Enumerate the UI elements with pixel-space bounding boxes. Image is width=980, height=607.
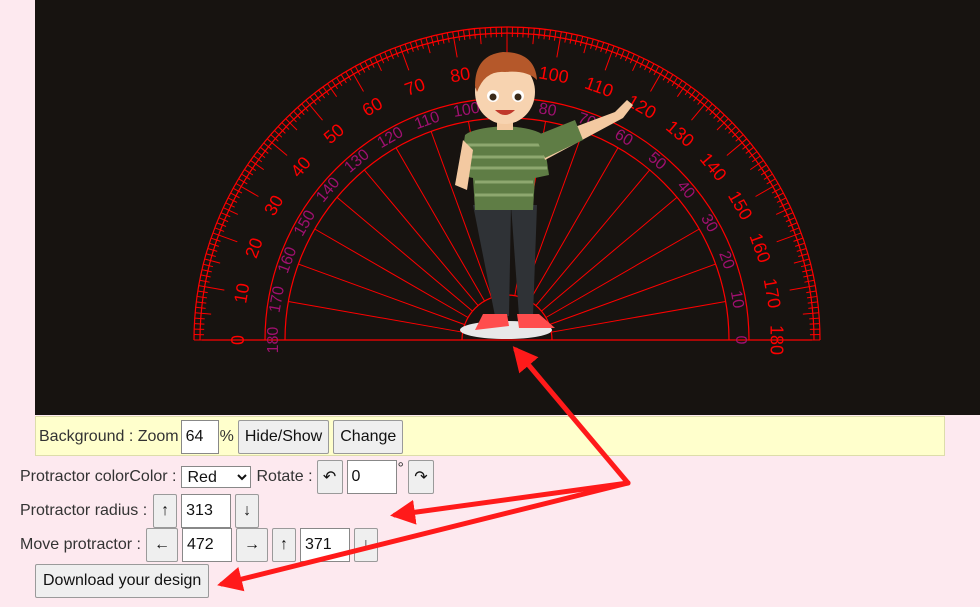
outer-scale-label: 180 (766, 325, 786, 355)
outer-scale-label: 20 (241, 235, 267, 261)
protractor-color-label: Protractor colorColor : (20, 468, 177, 485)
protractor-color-select[interactable]: Red (180, 466, 251, 488)
inner-scale-label: 10 (727, 289, 747, 310)
rotate-cw-button[interactable]: ↷ (407, 460, 434, 494)
move-x-input[interactable]: 472 (181, 528, 232, 562)
hide-show-button[interactable]: Hide/Show (237, 420, 330, 454)
rotate-label: Rotate : (256, 468, 313, 485)
move-down-button[interactable]: ↓ (353, 528, 378, 562)
protractor[interactable]: 0102030405060708090100110120130140150160… (35, 0, 980, 415)
protractor-radius-label: Protractor radius : (20, 502, 148, 519)
inner-scale-label: 20 (715, 249, 737, 272)
zoom-percent-label: % (219, 428, 234, 445)
degree-label: ° (397, 460, 404, 477)
outer-scale-label: 40 (287, 153, 315, 181)
inner-scale-label: 120 (375, 124, 407, 152)
rotate-ccw-button[interactable]: ↶ (316, 460, 343, 494)
radius-increase-button[interactable]: ↑ (153, 494, 178, 528)
outer-scale-label: 70 (402, 74, 428, 100)
background-zoom-label: Background : Zoom (39, 428, 179, 445)
move-up-button[interactable]: ↑ (271, 528, 296, 562)
design-canvas[interactable]: 0102030405060708090100110120130140150160… (35, 0, 980, 415)
inner-scale-label: 130 (341, 146, 372, 176)
color-rotate-row: Protractor colorColor : Red Rotate : ↶ 0… (20, 460, 434, 494)
inner-scale-label: 80 (537, 100, 558, 120)
outer-scale-label: 10 (230, 282, 253, 305)
move-protractor-label: Move protractor : (20, 536, 141, 553)
background-toolbar: Background : Zoom 64 % Hide/Show Change (35, 416, 945, 456)
move-left-button[interactable]: ← (145, 528, 178, 562)
outer-scale-label: 50 (320, 120, 348, 148)
inner-scale-label: 170 (267, 285, 288, 314)
outer-scale-label: 100 (537, 62, 570, 87)
inner-scale-label: 160 (275, 245, 300, 276)
outer-scale-label: 80 (449, 63, 472, 86)
outer-scale-label: 170 (760, 277, 785, 310)
download-design-button[interactable]: Download your design (35, 564, 210, 598)
inner-scale-label: 180 (265, 327, 282, 354)
outer-scale-label: 150 (724, 187, 756, 223)
outer-scale-label: 60 (359, 93, 386, 120)
zoom-input[interactable]: 64 (180, 420, 219, 454)
move-y-input[interactable]: 371 (299, 528, 350, 562)
change-background-button[interactable]: Change (333, 420, 404, 454)
inner-scale-label: 40 (673, 178, 698, 203)
outer-scale-label: 140 (696, 149, 731, 185)
radius-input[interactable]: 313 (181, 494, 232, 528)
outer-scale-label: 110 (582, 73, 616, 102)
rotate-input[interactable]: 0 (346, 460, 397, 494)
move-row: Move protractor : ← 472 → ↑ 371 ↓ (20, 528, 378, 562)
outer-scale-label: 30 (260, 192, 287, 219)
inner-scale-label: 0 (732, 336, 749, 345)
inner-scale-label: 140 (313, 174, 343, 205)
radius-row: Protractor radius : ↑ 313 ↓ (20, 494, 260, 528)
outer-scale-label: 130 (662, 116, 698, 151)
outer-scale-label: 0 (228, 335, 248, 345)
outer-scale-label: 160 (745, 230, 774, 265)
move-right-button[interactable]: → (235, 528, 268, 562)
inner-scale-label: 50 (645, 149, 670, 174)
radius-decrease-button[interactable]: ↓ (235, 494, 260, 528)
inner-scale-label: 150 (291, 207, 319, 239)
